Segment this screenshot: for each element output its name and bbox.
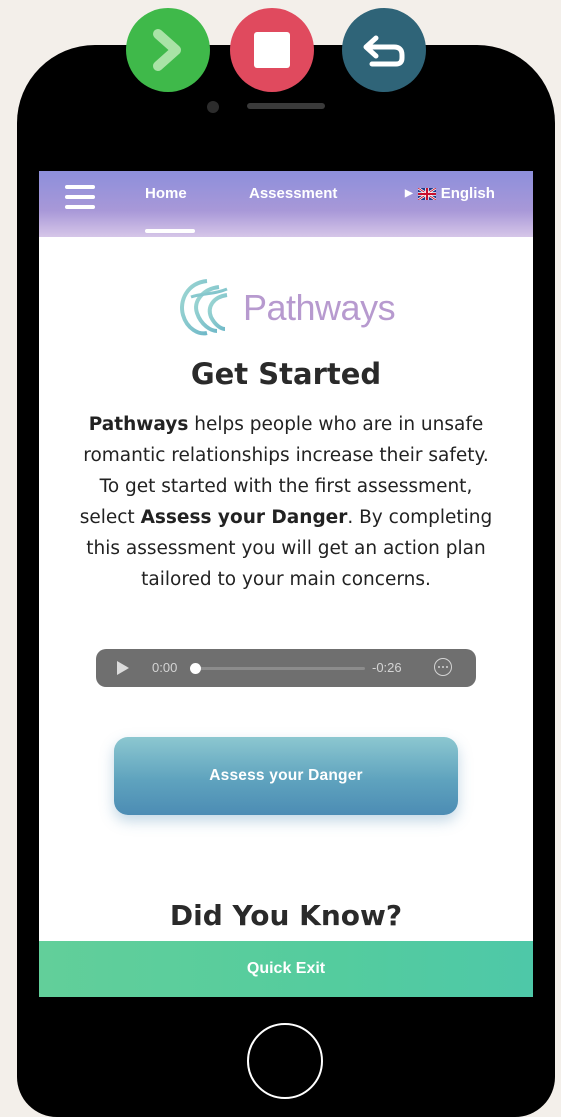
language-label: English — [440, 185, 495, 202]
quick-exit-button[interactable]: Quick Exit — [39, 941, 533, 997]
intro-paragraph: Pathways helps people who are in unsafe … — [73, 409, 499, 595]
phone-screen: Home Assessment ▶ English Pathways Get S… — [39, 171, 533, 997]
pathways-logo-text: Pathways — [243, 287, 396, 328]
stop-button[interactable] — [230, 8, 314, 92]
back-button[interactable] — [342, 8, 426, 92]
nav-home[interactable]: Home — [145, 185, 187, 202]
phone-camera — [207, 101, 219, 113]
stop-square-icon — [254, 32, 290, 68]
audio-seek-thumb[interactable] — [190, 663, 201, 674]
play-icon[interactable] — [116, 660, 130, 676]
nav-home-underline — [145, 229, 195, 233]
audio-current-time: 0:00 — [152, 660, 178, 675]
audio-seek-bar[interactable] — [195, 667, 365, 670]
intro-brand: Pathways — [88, 414, 189, 435]
phone-speaker — [247, 103, 325, 109]
intro-action: Assess your Danger — [140, 507, 348, 528]
language-selector[interactable]: ▶ English — [405, 185, 495, 202]
phone-home-button[interactable] — [247, 1023, 323, 1099]
more-options-icon[interactable] — [434, 658, 452, 676]
did-you-know-heading: Did You Know? — [169, 899, 403, 932]
page-title: Get Started — [190, 357, 382, 391]
next-button[interactable] — [126, 8, 210, 92]
audio-player: 0:00 -0:26 — [96, 649, 476, 687]
play-triangle-icon: ▶ — [405, 188, 413, 199]
audio-remaining-time: -0:26 — [372, 660, 402, 675]
return-arrow-icon — [363, 35, 405, 67]
assess-danger-button[interactable]: Assess your Danger — [114, 737, 458, 815]
top-nav: Home Assessment ▶ English — [39, 171, 533, 237]
chevron-right-icon — [153, 29, 181, 71]
menu-icon[interactable] — [65, 185, 95, 209]
uk-flag-icon — [417, 187, 436, 200]
nav-assessment[interactable]: Assessment — [249, 185, 337, 202]
